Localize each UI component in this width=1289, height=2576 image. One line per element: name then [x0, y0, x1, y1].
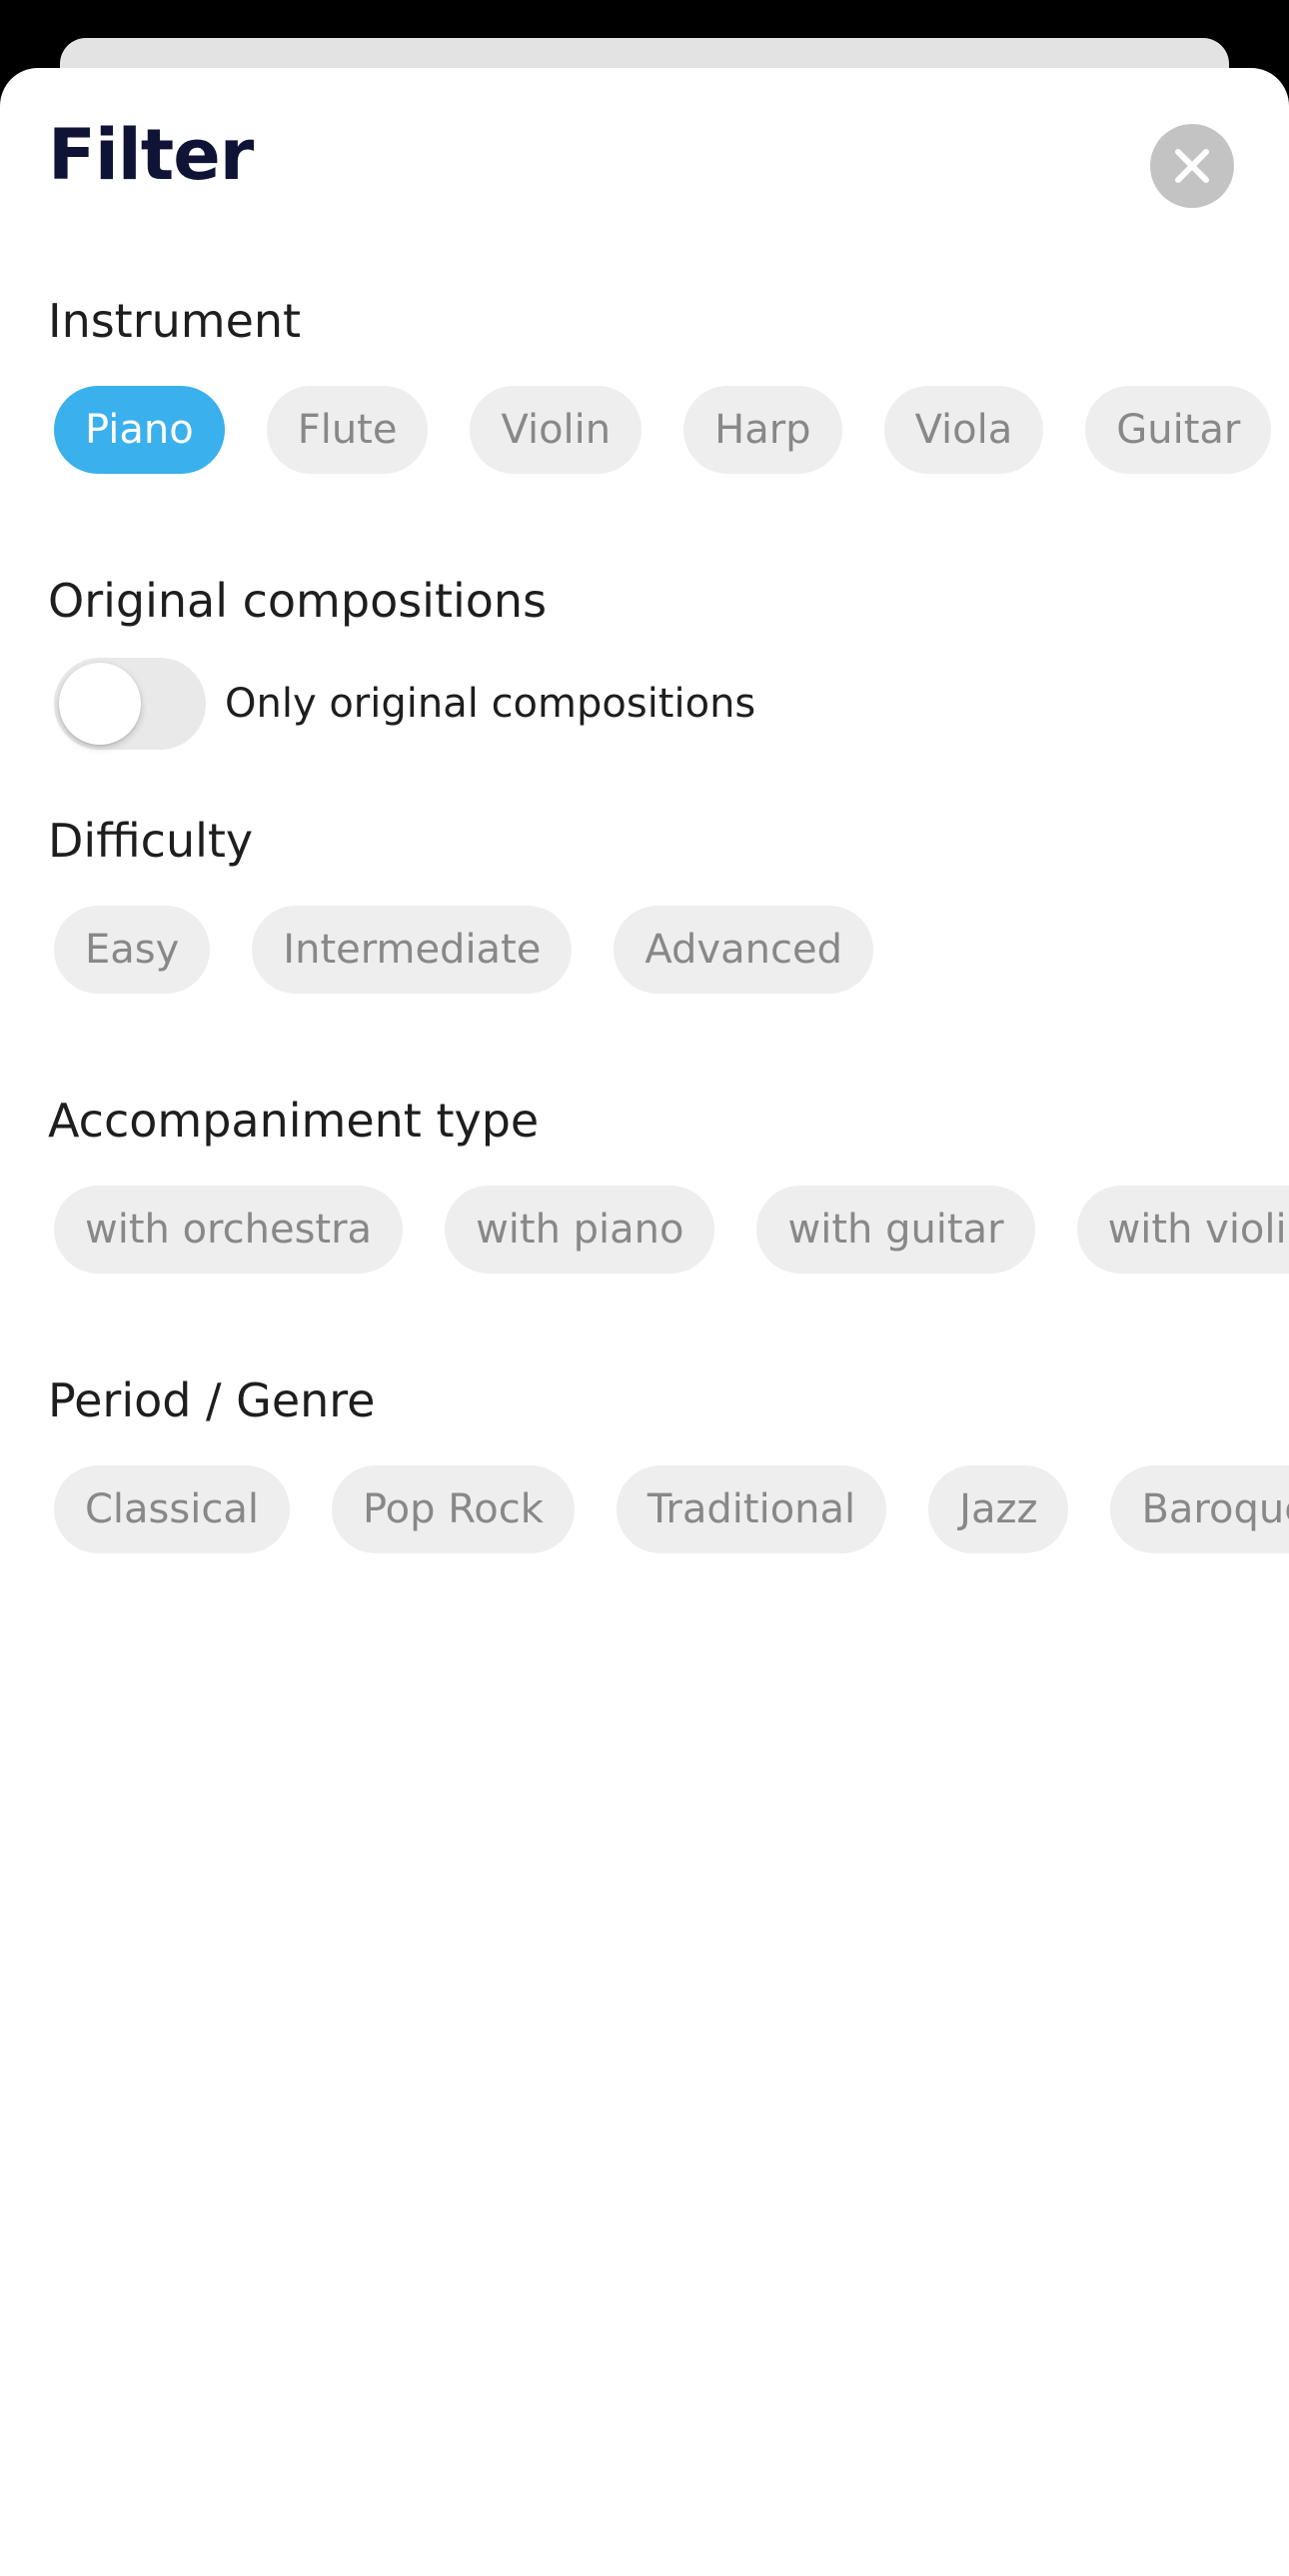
chip-instrument-harp[interactable]: Harp [683, 386, 842, 474]
chip-difficulty-easy[interactable]: Easy [54, 906, 211, 994]
accompaniment-section-title: Accompaniment type [48, 1094, 540, 1148]
chip-instrument-violin[interactable]: Violin [470, 386, 643, 474]
accompaniment-chip-row: with orchestra with piano with guitar wi… [54, 1186, 1289, 1274]
chip-accompaniment-guitar[interactable]: with guitar [756, 1186, 1035, 1274]
instrument-section-title: Instrument [48, 294, 302, 348]
sheet-title: Filter [48, 114, 254, 196]
chip-difficulty-intermediate[interactable]: Intermediate [252, 906, 573, 994]
filter-sheet: Filter Instrument Piano Flute Violin Har… [0, 68, 1289, 2576]
chip-instrument-flute[interactable]: Flute [266, 386, 429, 474]
chip-instrument-viola[interactable]: Viola [883, 386, 1044, 474]
difficulty-chip-row: Easy Intermediate Advanced [54, 906, 873, 994]
original-section-title: Original compositions [48, 574, 548, 628]
difficulty-section-title: Difficulty [48, 814, 254, 868]
original-toggle-row: Only original compositions [54, 658, 755, 750]
chip-accompaniment-piano[interactable]: with piano [445, 1186, 715, 1274]
chip-accompaniment-orchestra[interactable]: with orchestra [54, 1186, 404, 1274]
chip-period-classical[interactable]: Classical [54, 1465, 290, 1553]
chip-period-jazz[interactable]: Jazz [928, 1465, 1069, 1553]
period-section-title: Period / Genre [48, 1373, 376, 1427]
chip-period-pop-rock[interactable]: Pop Rock [331, 1465, 575, 1553]
chip-instrument-piano[interactable]: Piano [54, 386, 225, 474]
close-icon [1175, 149, 1209, 183]
chip-accompaniment-violin[interactable]: with violin [1076, 1186, 1289, 1274]
chip-difficulty-advanced[interactable]: Advanced [614, 906, 873, 994]
toggle-knob [59, 663, 141, 745]
chip-instrument-guitar[interactable]: Guitar [1085, 386, 1272, 474]
chip-period-traditional[interactable]: Traditional [616, 1465, 887, 1553]
chip-period-baroque[interactable]: Baroque [1110, 1465, 1289, 1553]
instrument-chip-row: Piano Flute Violin Harp Viola Guitar [54, 386, 1289, 474]
period-chip-row: Classical Pop Rock Traditional Jazz Baro… [54, 1465, 1289, 1553]
original-compositions-toggle[interactable] [54, 658, 206, 750]
original-toggle-label: Only original compositions [225, 681, 756, 727]
close-button[interactable] [1150, 124, 1234, 208]
